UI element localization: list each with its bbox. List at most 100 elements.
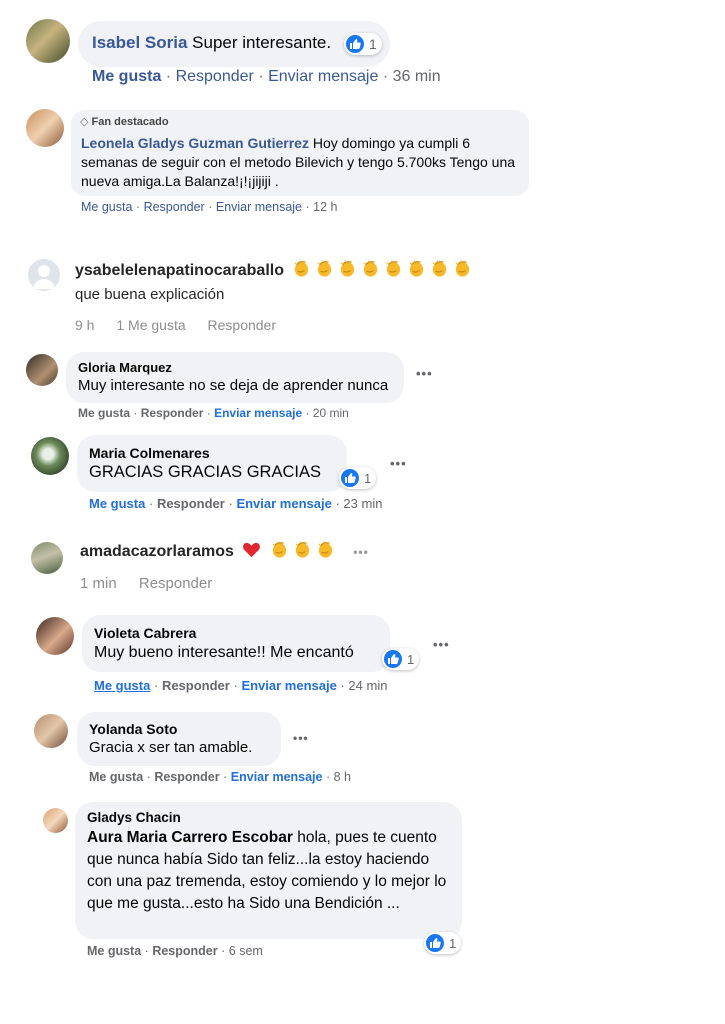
clapping-hands-icon <box>455 260 470 277</box>
like-button[interactable]: Me gusta <box>92 68 161 85</box>
commenter-name[interactable]: Maria Colmenares <box>89 445 210 461</box>
comment-header: ysabelelenapatinocaraballo <box>75 259 476 280</box>
commenter-name[interactable]: Yolanda Soto <box>89 721 177 737</box>
comment-text: Muy interesante no se deja de aprender n… <box>78 377 389 394</box>
separator: · <box>258 68 264 85</box>
commenter-name[interactable]: amadacazorlaramos <box>80 543 234 560</box>
like-icon <box>341 469 359 487</box>
comment-actions: Me gusta · Responder · Enviar mensaje · … <box>92 68 441 86</box>
commenter-name[interactable]: Violeta Cabrera <box>94 625 196 641</box>
like-button[interactable]: Me gusta <box>78 406 130 420</box>
reply-button[interactable]: Responder <box>162 678 230 693</box>
separator: · <box>133 406 138 420</box>
reply-button[interactable]: Responder <box>139 575 212 592</box>
avatar[interactable] <box>26 109 64 147</box>
reply-button[interactable]: Responder <box>152 944 217 958</box>
avatar[interactable] <box>26 19 70 63</box>
clapping-hands-icon <box>272 541 286 558</box>
reaction-count: 1 <box>449 935 457 951</box>
comment-actions: Me gusta · Responder · Enviar mensaje · … <box>94 678 387 693</box>
separator: · <box>340 678 345 693</box>
send-message-button[interactable]: Enviar mensaje <box>241 678 336 693</box>
like-button[interactable]: Me gusta <box>89 770 143 784</box>
avatar[interactable] <box>26 354 58 386</box>
reaction-badge[interactable]: 1 <box>424 932 462 954</box>
more-options-button[interactable]: ••• <box>416 366 433 381</box>
more-options-button[interactable]: ••• <box>293 731 309 745</box>
reaction-badge[interactable]: 1 <box>339 467 377 489</box>
comment-header: amadacazorlaramos ••• <box>80 540 369 561</box>
separator: · <box>144 944 149 958</box>
clapping-hands-icon <box>386 260 401 277</box>
more-options-button[interactable]: ••• <box>390 456 407 471</box>
separator: · <box>382 68 389 85</box>
send-message-button[interactable]: Enviar mensaje <box>216 200 302 214</box>
like-icon <box>346 35 364 53</box>
separator: · <box>305 200 310 214</box>
like-button[interactable]: Me gusta <box>89 496 145 511</box>
separator: · <box>165 68 172 85</box>
like-button[interactable]: Me gusta <box>94 678 150 693</box>
clapping-hands-icon <box>363 260 378 277</box>
avatar[interactable] <box>31 542 63 574</box>
avatar[interactable] <box>36 617 74 655</box>
avatar[interactable] <box>43 808 68 833</box>
separator: · <box>228 496 233 511</box>
clapping-hands-icon <box>432 260 447 277</box>
avatar[interactable] <box>31 437 69 475</box>
reply-button[interactable]: Responder <box>176 68 254 85</box>
more-options-button[interactable]: ••• <box>433 637 450 652</box>
comment-text: Muy bueno interesante!! Me encantó <box>94 644 354 661</box>
commenter-name[interactable]: Gloria Marquez <box>78 360 172 375</box>
timestamp: 12 h <box>313 200 338 214</box>
clapping-hands-icon <box>295 541 309 558</box>
commenter-name[interactable]: Leonela Gladys Guzman Gutierrez <box>81 135 309 151</box>
separator: · <box>153 678 159 693</box>
send-message-button[interactable]: Enviar mensaje <box>268 68 378 85</box>
like-button[interactable]: Me gusta <box>81 200 132 214</box>
reaction-count: 1 <box>407 651 415 667</box>
comment-actions: Me gusta · Responder · Enviar mensaje · … <box>81 200 338 214</box>
clapping-emoji-row <box>292 260 476 279</box>
send-message-button[interactable]: Enviar mensaje <box>214 406 302 420</box>
mentioned-user[interactable]: Aura Maria Carrero Escobar <box>87 829 293 846</box>
timestamp: 24 min <box>348 678 388 693</box>
separator: · <box>325 770 331 784</box>
timestamp: 6 sem <box>228 944 263 958</box>
more-options-button[interactable]: ••• <box>353 545 369 559</box>
clapping-hands-icon <box>318 541 332 558</box>
timestamp: 23 min <box>343 496 383 511</box>
avatar[interactable] <box>34 714 68 748</box>
like-button[interactable]: Me gusta <box>87 944 141 958</box>
avatar[interactable] <box>28 259 60 291</box>
separator: · <box>221 944 226 958</box>
comment-text: que buena explicación <box>75 286 225 303</box>
comment-text: Super interesante. <box>192 33 332 52</box>
reply-button[interactable]: Responder <box>144 200 205 214</box>
like-icon <box>384 650 402 668</box>
reaction-badge[interactable]: 1 <box>382 648 420 670</box>
separator: · <box>305 406 310 420</box>
diamond-icon: ◇ <box>80 116 89 128</box>
reply-button[interactable]: Responder <box>208 317 277 333</box>
reaction-count: 1 <box>369 36 377 52</box>
reply-button[interactable]: Responder <box>157 496 225 511</box>
commenter-name[interactable]: ysabelelenapatinocaraballo <box>75 262 284 279</box>
reaction-badge[interactable]: 1 <box>344 33 382 55</box>
commenter-name[interactable]: Gladys Chacin <box>87 810 181 825</box>
likes-count-button[interactable]: 1 Me gusta <box>116 317 185 333</box>
clapping-hands-icon <box>409 260 424 277</box>
reply-button[interactable]: Responder <box>141 406 204 420</box>
comment-text-line: Isabel Soria Super interesante. <box>92 33 331 53</box>
send-message-button[interactable]: Enviar mensaje <box>231 770 323 784</box>
reply-button[interactable]: Responder <box>154 770 219 784</box>
commenter-name[interactable]: Isabel Soria <box>92 33 187 52</box>
clapping-hands-icon <box>294 260 309 277</box>
separator: · <box>206 406 211 420</box>
send-message-button[interactable]: Enviar mensaje <box>236 496 331 511</box>
timestamp: 36 min <box>392 68 441 85</box>
comment-actions: Me gusta · Responder · Enviar mensaje · … <box>78 406 349 420</box>
clapping-emoji-row <box>270 541 339 560</box>
comment-actions: Me gusta · Responder · 6 sem <box>87 944 263 958</box>
comment-text-block: Aura Maria Carrero Escobar hola, pues te… <box>87 827 447 915</box>
